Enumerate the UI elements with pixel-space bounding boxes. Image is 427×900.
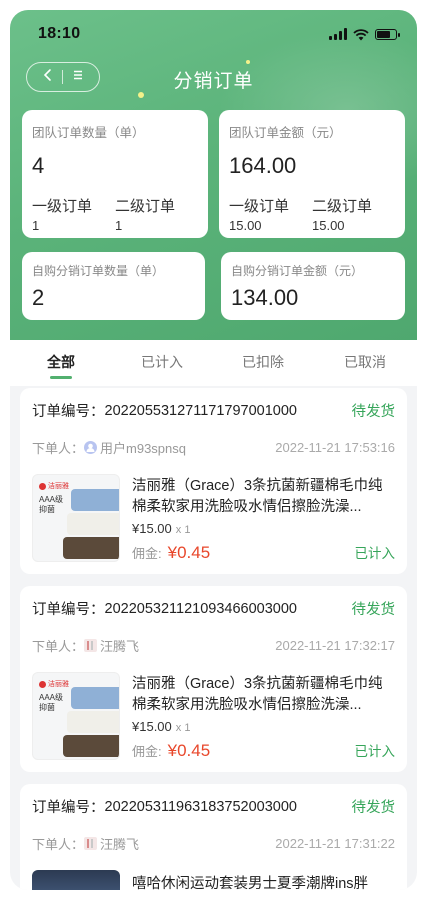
buyer-name: 用户m93spnsq bbox=[100, 441, 186, 456]
stat-label: 团队订单金额（元） bbox=[229, 126, 342, 140]
towel-brown bbox=[63, 537, 119, 559]
commission-label: 佣金: bbox=[132, 546, 162, 561]
self-order-amount-card: 自购分销订单金额（元） 134.00 bbox=[221, 252, 405, 320]
product-title: 洁丽雅（Grace）3条抗菌新疆棉毛巾纯棉柔软家用洗脸吸水情侣擦脸洗澡... bbox=[132, 478, 383, 515]
stat-value: 134.00 bbox=[231, 285, 299, 310]
status-tabs: 全部 已计入 已扣除 已取消 bbox=[10, 340, 417, 386]
level1-label: 一级订单 bbox=[32, 198, 93, 215]
page-title: 分销订单 bbox=[173, 71, 254, 92]
order-number-label: 订单编号： bbox=[32, 404, 105, 420]
order-status: 待发货 bbox=[351, 404, 396, 420]
order-status: 待发货 bbox=[351, 602, 396, 618]
product-title: 洁丽雅（Grace）3条抗菌新疆棉毛巾纯棉柔软家用洗脸吸水情侣擦脸洗澡... bbox=[132, 676, 383, 713]
product-image bbox=[32, 870, 120, 890]
product-quantity: x 1 bbox=[175, 524, 191, 536]
buyer-label: 下单人： bbox=[32, 837, 85, 852]
order-card[interactable]: 订单编号： 202205531271171797001000 待发货 下单人： … bbox=[20, 388, 407, 574]
stat-value: 164.00 bbox=[229, 153, 297, 178]
level1-value: 15.00 bbox=[229, 218, 262, 233]
product-image: 洁丽雅 AAA级 抑菌 bbox=[32, 672, 120, 760]
buyer-name: 汪腾飞 bbox=[100, 837, 140, 852]
product-grade: AAA级 抑菌 bbox=[39, 693, 64, 712]
stat-label: 自购分销订单数量（单） bbox=[32, 264, 165, 278]
stat-label: 自购分销订单金额（元） bbox=[231, 264, 364, 278]
product-image: 洁丽雅 AAA级 抑菌 bbox=[32, 474, 120, 562]
order-number: 202205531271171797001000 bbox=[104, 402, 297, 419]
user-avatar-icon bbox=[84, 837, 98, 850]
stat-value: 4 bbox=[32, 153, 45, 178]
stat-label: 团队订单数量（单） bbox=[32, 126, 145, 140]
active-tab-indicator bbox=[50, 376, 72, 379]
app-screen: 18:10 分销订单 团队订单数量（单） 4 一级订单 1 二级订单 1 团队订… bbox=[10, 10, 417, 890]
towel-blue bbox=[71, 687, 119, 709]
tab-all[interactable]: 全部 bbox=[26, 352, 96, 372]
commission-value: ¥0.45 bbox=[167, 543, 211, 562]
order-card[interactable]: 订单编号： 202205321121093466003000 待发货 下单人： … bbox=[20, 586, 407, 772]
order-number: 202205311963183752003000 bbox=[104, 798, 297, 815]
level2-value: 1 bbox=[115, 218, 123, 233]
status-bar: 18:10 bbox=[38, 24, 400, 44]
order-card[interactable]: 订单编号： 202205311963183752003000 待发货 下单人： … bbox=[20, 784, 407, 890]
battery-icon bbox=[375, 28, 400, 40]
level1-label: 一级订单 bbox=[229, 198, 290, 215]
tab-deducted[interactable]: 已扣除 bbox=[228, 352, 298, 372]
brand-logo: 洁丽雅 bbox=[39, 679, 69, 689]
product-title: 嘻哈休闲运动套装男士夏季潮牌ins胖 bbox=[132, 876, 369, 890]
nav-bar: 分销订单 bbox=[10, 62, 417, 94]
buyer-label: 下单人： bbox=[32, 639, 85, 654]
order-number: 202205321121093466003000 bbox=[104, 600, 297, 617]
buyer-label: 下单人： bbox=[32, 441, 85, 456]
towel-white bbox=[67, 513, 119, 535]
level1-value: 1 bbox=[32, 218, 40, 233]
order-time: 2022-11-21 17:53:16 bbox=[275, 440, 395, 455]
commission-status: 已计入 bbox=[354, 546, 396, 561]
tab-counted[interactable]: 已计入 bbox=[127, 352, 197, 372]
order-status: 待发货 bbox=[351, 800, 396, 816]
status-time: 18:10 bbox=[38, 25, 81, 42]
buyer-name: 汪腾飞 bbox=[100, 639, 140, 654]
product-grade: AAA级 抑菌 bbox=[39, 495, 64, 514]
self-order-count-card: 自购分销订单数量（单） 2 bbox=[22, 252, 205, 320]
user-avatar-icon bbox=[84, 441, 98, 454]
team-order-amount-card: 团队订单金额（元） 164.00 一级订单 15.00 二级订单 15.00 bbox=[219, 110, 405, 238]
commission-value: ¥0.45 bbox=[167, 741, 211, 760]
level2-label: 二级订单 bbox=[312, 198, 373, 215]
order-time: 2022-11-21 17:32:17 bbox=[275, 638, 395, 653]
tab-cancelled[interactable]: 已取消 bbox=[330, 352, 400, 372]
level2-value: 15.00 bbox=[312, 218, 345, 233]
level2-label: 二级订单 bbox=[115, 198, 176, 215]
order-number-label: 订单编号： bbox=[32, 602, 105, 618]
towel-blue bbox=[71, 489, 119, 511]
commission-status: 已计入 bbox=[354, 744, 396, 759]
product-quantity: x 1 bbox=[175, 722, 191, 734]
product-price: ¥15.00 bbox=[132, 719, 172, 734]
user-avatar-icon bbox=[84, 639, 98, 652]
product-price: ¥15.00 bbox=[132, 521, 172, 536]
team-order-count-card: 团队订单数量（单） 4 一级订单 1 二级订单 1 bbox=[22, 110, 208, 238]
order-time: 2022-11-21 17:31:22 bbox=[275, 836, 395, 851]
commission-label: 佣金: bbox=[132, 744, 162, 759]
towel-brown bbox=[63, 735, 119, 757]
brand-logo: 洁丽雅 bbox=[39, 481, 69, 491]
wifi-icon bbox=[353, 28, 369, 41]
stat-value: 2 bbox=[32, 285, 45, 310]
order-number-label: 订单编号： bbox=[32, 800, 105, 816]
towel-white bbox=[67, 711, 119, 733]
signal-icon bbox=[329, 28, 347, 40]
